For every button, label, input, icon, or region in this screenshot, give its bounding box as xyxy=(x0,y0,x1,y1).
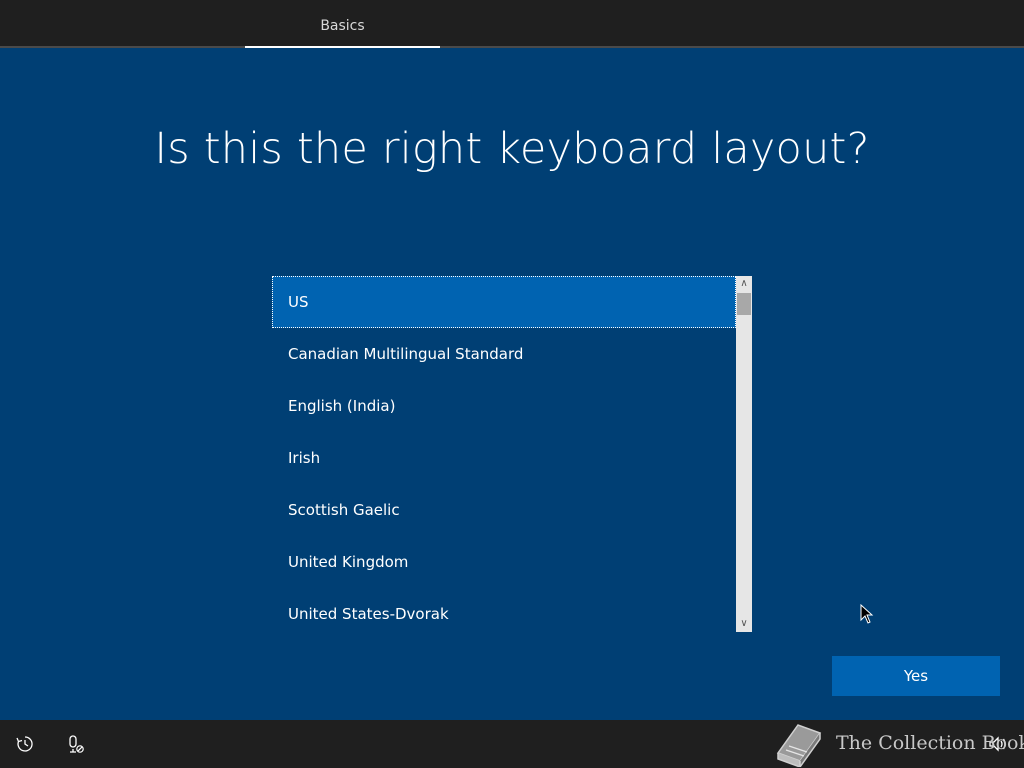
tab-active-indicator xyxy=(245,46,440,48)
page-title: Is this the right keyboard layout? xyxy=(154,124,870,174)
watermark: The Collection Book xyxy=(772,718,1024,768)
list-item-united-kingdom[interactable]: United Kingdom xyxy=(272,536,736,588)
keyboard-layout-items: US Canadian Multilingual Standard Englis… xyxy=(272,276,736,632)
microphone-off-icon[interactable] xyxy=(65,734,85,754)
scroll-up-icon[interactable]: ∧ xyxy=(736,276,752,292)
list-item-english-india[interactable]: English (India) xyxy=(272,380,736,432)
ease-of-access-icon[interactable] xyxy=(15,734,35,754)
book-logo-icon xyxy=(776,724,822,767)
watermark-text: The Collection Book xyxy=(836,732,1024,754)
list-item-scottish-gaelic[interactable]: Scottish Gaelic xyxy=(272,484,736,536)
yes-button[interactable]: Yes xyxy=(832,656,1000,696)
scroll-thumb[interactable] xyxy=(737,293,751,315)
list-item-irish[interactable]: Irish xyxy=(272,432,736,484)
list-scrollbar[interactable]: ∧ ∨ xyxy=(736,276,752,632)
list-item-united-states-dvorak[interactable]: United States-Dvorak xyxy=(272,588,736,632)
mouse-cursor-icon xyxy=(860,604,874,624)
list-item-canadian-multilingual[interactable]: Canadian Multilingual Standard xyxy=(272,328,736,380)
list-item-us[interactable]: US xyxy=(272,276,736,328)
tab-basics[interactable]: Basics xyxy=(245,0,440,46)
keyboard-layout-list[interactable]: US Canadian Multilingual Standard Englis… xyxy=(272,276,752,632)
scroll-down-icon[interactable]: ∨ xyxy=(736,616,752,632)
top-bar: Basics xyxy=(0,0,1024,48)
